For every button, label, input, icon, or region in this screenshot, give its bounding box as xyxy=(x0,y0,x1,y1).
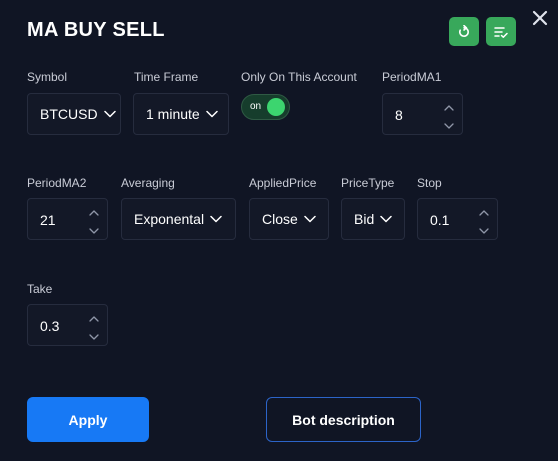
only-on-account-label: Only On This Account xyxy=(241,70,357,84)
averaging-select[interactable]: Exponental xyxy=(121,198,236,240)
period-ma2-value: 21 xyxy=(40,212,56,228)
chevron-down-icon xyxy=(304,215,316,223)
period-ma1-label: PeriodMA1 xyxy=(382,70,442,84)
chevron-down-icon xyxy=(380,215,392,223)
decrement-icon[interactable] xyxy=(88,329,100,340)
time-frame-value: 1 minute xyxy=(146,106,200,122)
increment-icon[interactable] xyxy=(478,205,490,216)
price-type-value: Bid xyxy=(354,211,375,227)
averaging-label: Averaging xyxy=(121,176,175,190)
decrement-icon[interactable] xyxy=(478,223,490,234)
close-button[interactable] xyxy=(530,8,550,28)
period-ma2-stepper[interactable]: 21 xyxy=(27,198,108,240)
applied-price-value: Close xyxy=(262,211,298,227)
take-label: Take xyxy=(27,282,53,296)
applied-price-label: AppliedPrice xyxy=(249,176,317,190)
stop-label: Stop xyxy=(417,176,442,190)
time-frame-select[interactable]: 1 minute xyxy=(133,93,229,135)
time-frame-label: Time Frame xyxy=(134,70,199,84)
list-check-icon xyxy=(494,26,508,38)
period-ma1-value: 8 xyxy=(395,107,403,123)
period-ma2-label: PeriodMA2 xyxy=(27,176,87,190)
chevron-down-icon xyxy=(210,215,222,223)
period-ma1-stepper[interactable]: 8 xyxy=(382,93,463,135)
take-stepper[interactable]: 0.3 xyxy=(27,304,108,346)
increment-icon[interactable] xyxy=(88,205,100,216)
price-type-select[interactable]: Bid xyxy=(341,198,405,240)
applied-price-select[interactable]: Close xyxy=(249,198,329,240)
symbol-select[interactable]: BTCUSD xyxy=(27,93,121,135)
refresh-icon xyxy=(459,24,469,37)
bot-settings-panel: MA BUY SELL Symbol BTCUSD Time Frame 1 m… xyxy=(0,0,558,461)
toggle-knob xyxy=(267,98,285,116)
decrement-icon[interactable] xyxy=(443,118,455,129)
symbol-label: Symbol xyxy=(27,70,68,84)
increment-icon[interactable] xyxy=(88,311,100,322)
increment-icon[interactable] xyxy=(443,100,455,111)
averaging-value: Exponental xyxy=(134,211,205,227)
chevron-down-icon xyxy=(103,110,116,118)
checklist-button[interactable] xyxy=(486,17,516,46)
chevron-down-icon xyxy=(205,110,218,118)
toggle-state-label: on xyxy=(250,101,262,112)
bot-description-button[interactable]: Bot description xyxy=(266,397,421,442)
stop-value: 0.1 xyxy=(430,212,450,228)
only-on-account-toggle[interactable]: on xyxy=(241,94,290,120)
page-title: MA BUY SELL xyxy=(27,19,165,41)
stop-stepper[interactable]: 0.1 xyxy=(417,198,498,240)
price-type-label: PriceType xyxy=(341,176,395,190)
close-icon xyxy=(532,10,548,26)
reset-button[interactable] xyxy=(449,17,479,46)
decrement-icon[interactable] xyxy=(88,223,100,234)
apply-button[interactable]: Apply xyxy=(27,397,149,442)
symbol-value: BTCUSD xyxy=(40,106,98,122)
take-value: 0.3 xyxy=(40,318,60,334)
